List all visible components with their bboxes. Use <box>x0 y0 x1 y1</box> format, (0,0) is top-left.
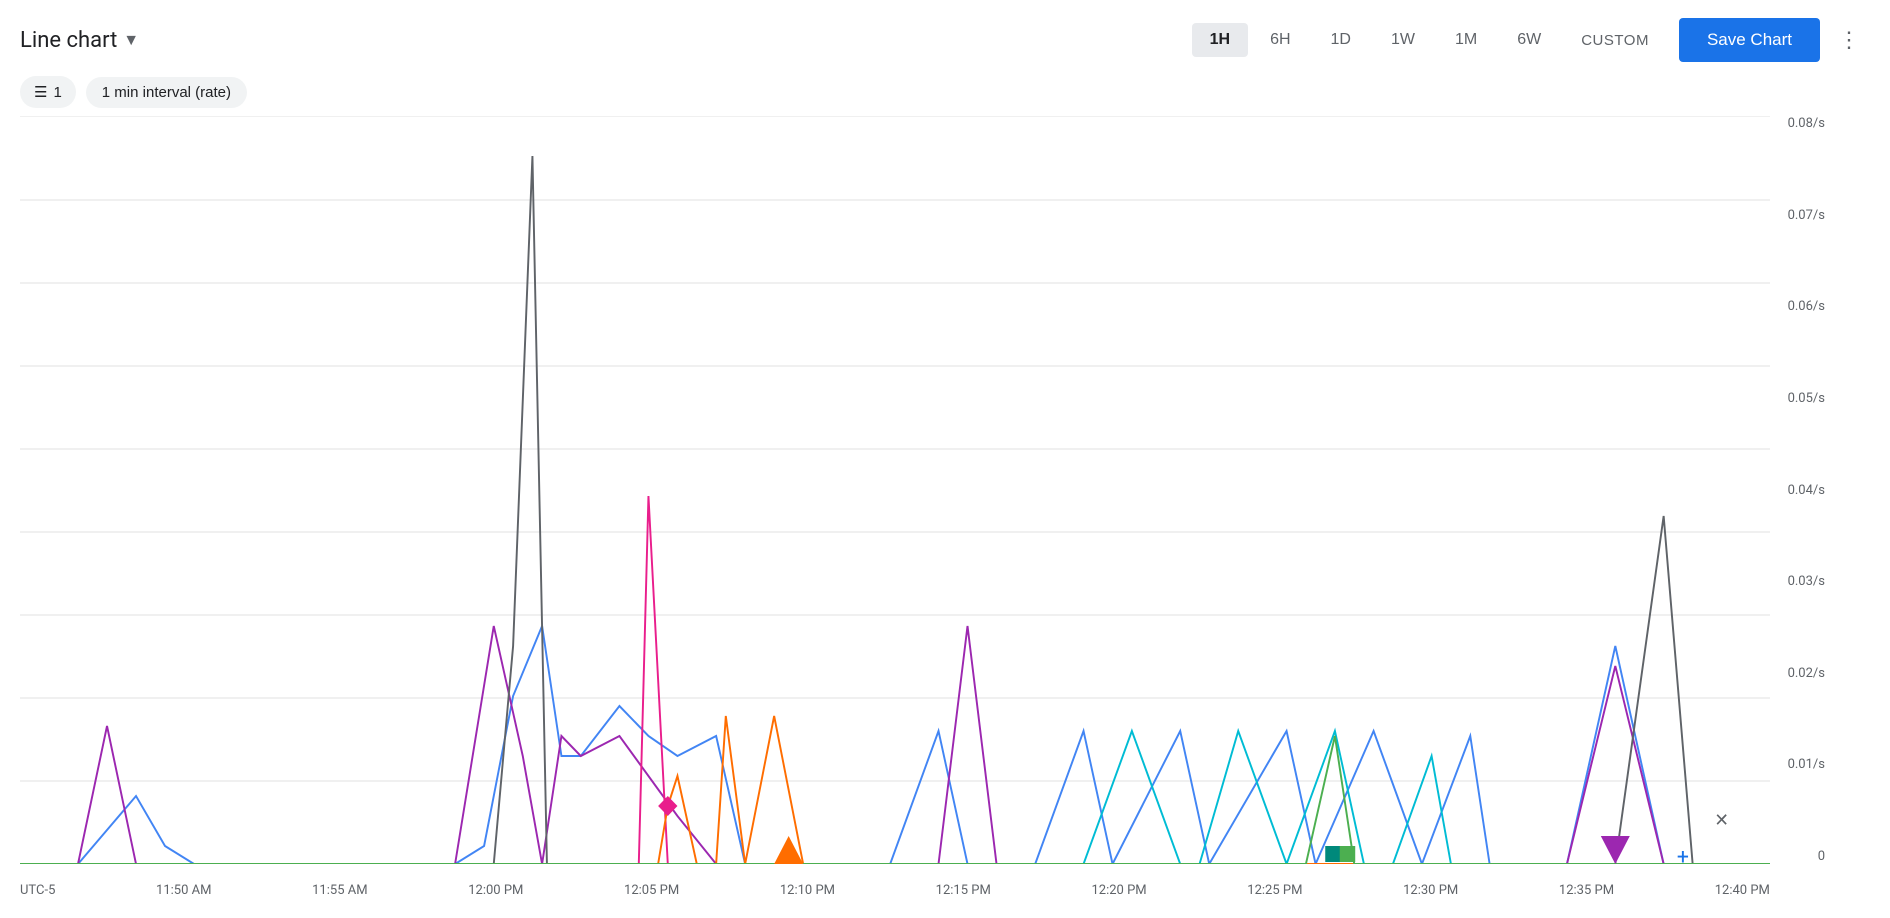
sub-controls: ☰ 1 1 min interval (rate) <box>0 72 1890 116</box>
more-options-button[interactable]: ⋮ <box>1828 19 1870 61</box>
x-label-utc: UTC-5 <box>20 883 55 898</box>
x-marker: ✕ <box>1714 811 1729 831</box>
x-label-1235: 12:35 PM <box>1559 883 1614 898</box>
save-chart-button[interactable]: Save Chart <box>1679 18 1820 62</box>
triangle-up-marker <box>1601 836 1630 864</box>
x-label-1215: 12:15 PM <box>936 883 991 898</box>
x-label-1240: 12:40 PM <box>1715 883 1770 898</box>
x-label-1200: 12:00 PM <box>468 883 523 898</box>
chart-area: + ✕ 0 0.01/s 0.02/s 0.03/s 0.04/s 0.05/s… <box>0 116 1890 904</box>
y-label-008: 0.08/s <box>1775 116 1830 131</box>
y-label-004: 0.04/s <box>1775 483 1830 498</box>
square-marker-1 <box>1325 846 1340 862</box>
x-label-1220: 12:20 PM <box>1091 883 1146 898</box>
header: Line chart ▼ 1H 6H 1D 1W 1M 6W CUSTOM Sa… <box>0 0 1890 72</box>
chart-container: + ✕ 0 0.01/s 0.02/s 0.03/s 0.04/s 0.05/s… <box>20 116 1830 904</box>
time-btn-6h[interactable]: 6H <box>1252 23 1308 57</box>
y-label-006: 0.06/s <box>1775 299 1830 314</box>
chart-title-text: Line chart <box>20 28 117 53</box>
y-label-001: 0.01/s <box>1775 757 1830 772</box>
x-label-1150: 11:50 AM <box>156 883 211 898</box>
time-btn-1h[interactable]: 1H <box>1192 23 1248 57</box>
x-label-1155: 11:55 AM <box>312 883 367 898</box>
x-label-1230: 12:30 PM <box>1403 883 1458 898</box>
time-btn-custom[interactable]: CUSTOM <box>1563 24 1667 57</box>
time-btn-6w[interactable]: 6W <box>1499 23 1559 57</box>
x-label-1210: 12:10 PM <box>780 883 835 898</box>
y-label-007: 0.07/s <box>1775 208 1830 223</box>
dropdown-arrow-icon: ▼ <box>123 30 139 50</box>
chart-title-dropdown[interactable]: Line chart ▼ <box>20 28 139 53</box>
filter-button[interactable]: ☰ 1 <box>20 76 76 108</box>
chart-svg: + ✕ <box>20 116 1770 864</box>
x-label-1205: 12:05 PM <box>624 883 679 898</box>
time-btn-1m[interactable]: 1M <box>1437 23 1495 57</box>
time-btn-1w[interactable]: 1W <box>1373 23 1433 57</box>
time-controls: 1H 6H 1D 1W 1M 6W CUSTOM Save Chart ⋮ <box>1192 18 1870 62</box>
x-label-1225: 12:25 PM <box>1247 883 1302 898</box>
plus-marker: + <box>1677 845 1689 864</box>
y-label-005: 0.05/s <box>1775 391 1830 406</box>
y-label-003: 0.03/s <box>1775 574 1830 589</box>
filter-icon: ☰ <box>34 83 47 101</box>
y-label-0: 0 <box>1775 849 1830 864</box>
y-label-002: 0.02/s <box>1775 666 1830 681</box>
interval-button[interactable]: 1 min interval (rate) <box>86 77 247 108</box>
time-btn-1d[interactable]: 1D <box>1313 23 1369 57</box>
x-axis-labels: UTC-5 11:50 AM 11:55 AM 12:00 PM 12:05 P… <box>20 876 1770 904</box>
y-axis-labels: 0 0.01/s 0.02/s 0.03/s 0.04/s 0.05/s 0.0… <box>1775 116 1830 864</box>
square-marker-2 <box>1340 846 1355 862</box>
filter-count: 1 <box>53 84 61 101</box>
